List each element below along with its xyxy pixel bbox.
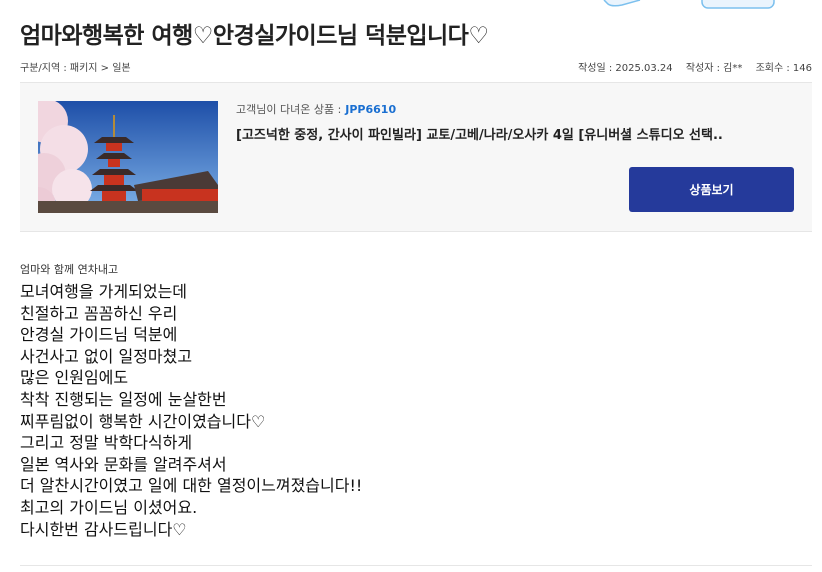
review-line: 더 알찬시간이였고 일에 대한 열정이느껴졌습니다!! [20, 476, 363, 496]
review-body: 모녀여행을 가게되었는데 친절하고 꼼꼼하신 우리 안경실 가이드님 덕분에 사… [20, 281, 362, 540]
post-date: 작성일 : 2025.03.24 [578, 63, 673, 74]
review-line: 그리고 정말 박학다식하게 [20, 433, 193, 453]
review-line: 최고의 가이드님 이셨어요. [20, 497, 198, 517]
product-card: 고객님이 다녀온 상품 : JPP6610 [고즈넉한 중정, 간사이 파인빌라]… [20, 82, 812, 232]
decorative-shape-left [603, 0, 641, 7]
review-line: 모녀여행을 가게되었는데 [20, 282, 188, 301]
review-line: 친절하고 꼼꼼하신 우리 [20, 303, 178, 323]
product-name-link[interactable]: [고즈넉한 중정, 간사이 파인빌라] 교토/고베/나라/오사카 4일 [유니버… [236, 124, 796, 143]
review-intro: 엄마와 함께 연차내고 [20, 263, 119, 276]
post-meta: 작성일 : 2025.03.24 작성자 : 김** 조회수 : 146 [578, 59, 812, 74]
post-category: 구분/지역 : 패키지 > 일본 [20, 63, 131, 74]
bottom-divider [20, 565, 812, 566]
post-author: 작성자 : 김** [685, 63, 743, 74]
page-title: 엄마와행복한 여행♡안경실가이드님 덕분입니다♡ [20, 23, 489, 49]
product-code: JPP6610 [345, 103, 397, 116]
review-line: 착착 진행되는 일정에 눈살한번 [20, 389, 227, 409]
post-views: 조회수 : 146 [755, 63, 812, 74]
decorative-shape-right [701, 0, 775, 9]
review-line: 사건사고 없이 일정마쳤고 [20, 346, 193, 366]
view-product-button[interactable]: 상품보기 [629, 167, 794, 212]
product-label: 고객님이 다녀온 상품 : [236, 103, 342, 116]
review-line: 찌푸림없이 행복한 시간이였습니다♡ [20, 411, 266, 431]
product-code-line: 고객님이 다녀온 상품 : JPP6610 [236, 101, 396, 117]
review-line: 안경실 가이드님 덕분에 [20, 325, 178, 345]
product-thumbnail[interactable] [38, 101, 218, 213]
review-line: 많은 인원임에도 [20, 368, 129, 388]
review-line: 일본 역사와 문화를 알려주셔서 [20, 454, 227, 474]
review-line: 다시한번 감사드립니다♡ [20, 519, 187, 539]
